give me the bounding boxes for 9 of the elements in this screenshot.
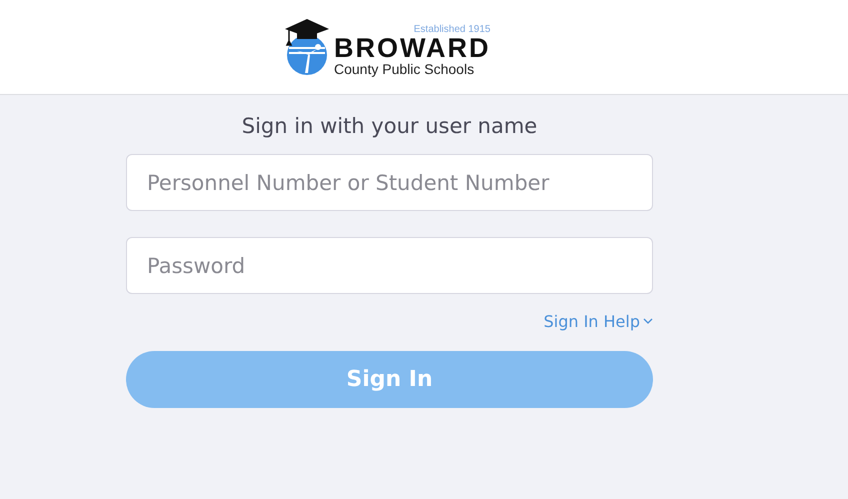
school-logo-icon xyxy=(283,17,331,77)
username-field[interactable]: Personnel Number or Student Number xyxy=(126,154,653,211)
established-text: Established 1915 xyxy=(414,24,490,35)
brand-subtitle: County Public Schools xyxy=(334,61,474,77)
sign-in-help-link[interactable]: Sign In Help xyxy=(544,312,653,331)
password-field[interactable]: Password xyxy=(126,237,653,294)
brand-name: BROWARD xyxy=(334,35,490,61)
chevron-icon xyxy=(643,318,653,325)
sign-in-heading: Sign in with your user name xyxy=(240,113,538,140)
